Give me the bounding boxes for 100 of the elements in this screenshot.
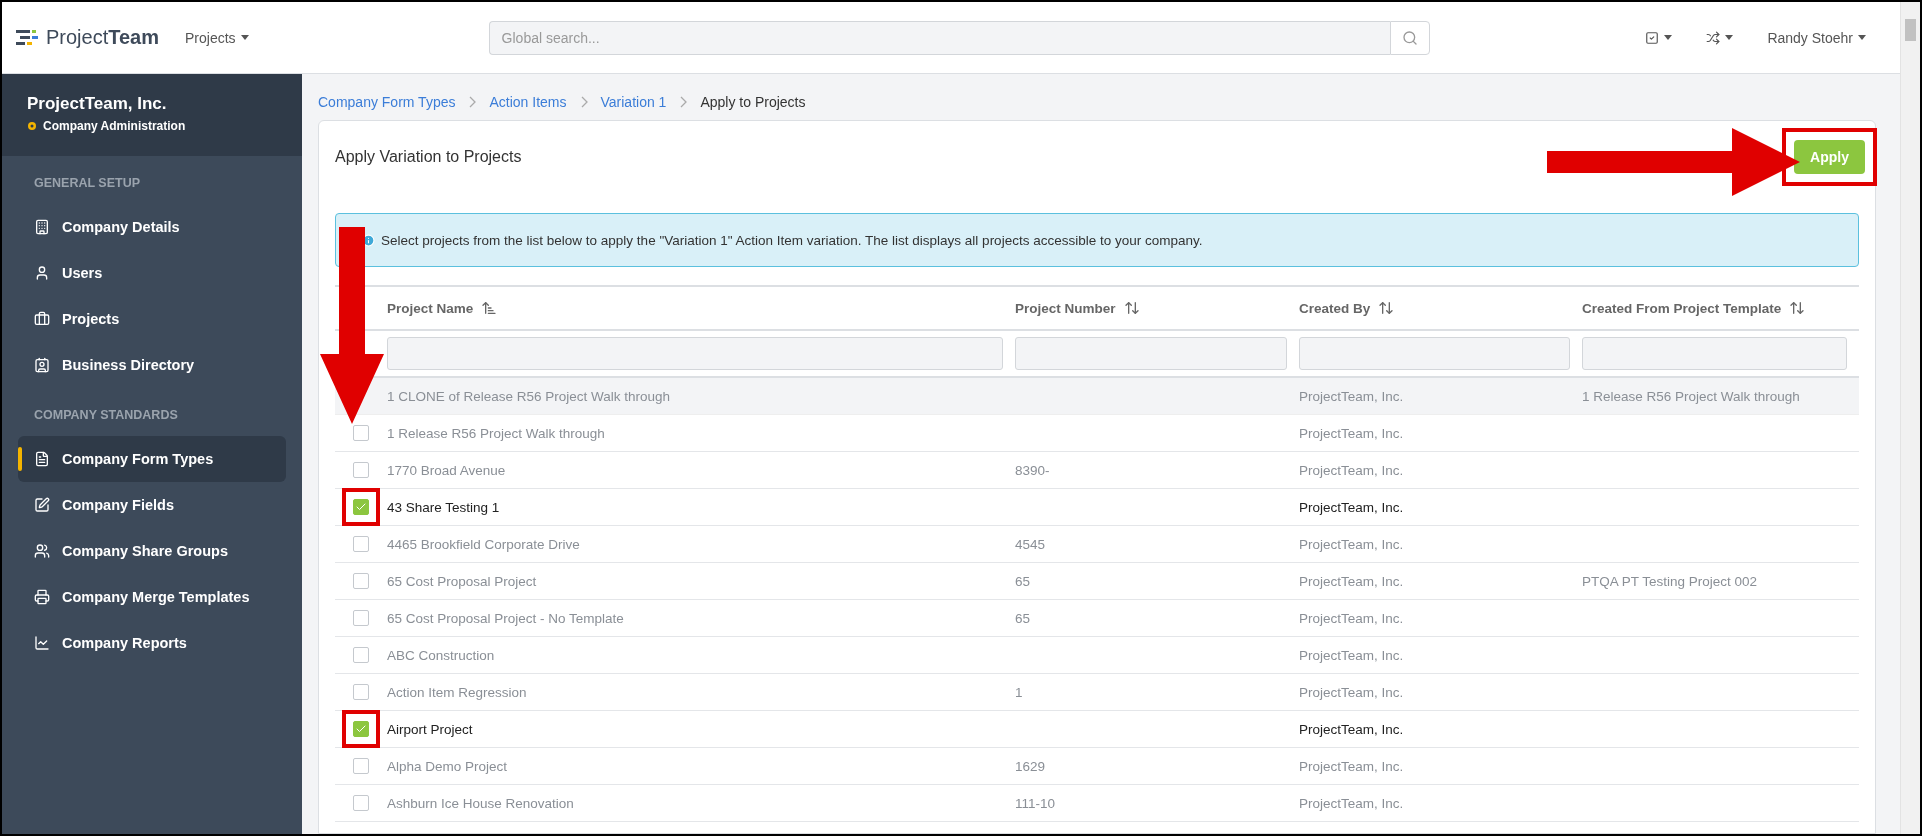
- table-cell-text: ProjectTeam, Inc.: [1299, 573, 1405, 589]
- table-cell-text: 43 Share Testing 1: [387, 499, 501, 515]
- table-cell-text: Alpha Demo Project: [387, 758, 509, 774]
- panel-title: Apply Variation to Projects: [335, 148, 522, 166]
- caret-icon: [1664, 35, 1673, 40]
- table-cell-text: 1 CLONE of Release R56 Project Walk through: [387, 388, 672, 404]
- table-cell-text: 1629: [1015, 758, 1047, 774]
- table-cell-text: ProjectTeam, Inc.: [1299, 684, 1405, 700]
- sidebar-item[interactable]: Users: [18, 250, 286, 296]
- row-checkbox[interactable]: [353, 610, 369, 626]
- caret-icon: [240, 35, 249, 40]
- table-cell-text: ProjectTeam, Inc.: [1299, 462, 1405, 478]
- logo-text: ProjectTeam: [46, 26, 159, 49]
- chevron-icon: [678, 96, 689, 108]
- column-header[interactable]: Project Number: [1015, 300, 1116, 316]
- sidebar-item[interactable]: Projects: [18, 296, 286, 342]
- table-cell-text: Ashburn Ice House Renovation: [387, 795, 575, 811]
- column-header[interactable]: Created By: [1299, 300, 1371, 316]
- table-cell-text: ProjectTeam, Inc.: [1299, 647, 1405, 663]
- table-cell-text: 1 Release R56 Project Walk through: [1582, 388, 1801, 404]
- printer-icon: [34, 589, 50, 605]
- sort-icon[interactable]: [1789, 300, 1806, 316]
- sort-ascending-icon[interactable]: [481, 300, 498, 316]
- table-cell-text: PTQA PT Testing Project 002: [1582, 573, 1759, 589]
- user-menu[interactable]: Randy Stoehr: [1761, 25, 1872, 50]
- breadcrumb-link[interactable]: Variation 1: [600, 94, 667, 110]
- row-checkbox[interactable]: [353, 758, 369, 774]
- table-cell-text: 65 Cost Proposal Project: [387, 573, 538, 589]
- users-icon: [34, 543, 50, 559]
- table-cell-text: ABC Construction: [387, 647, 496, 663]
- caret-icon: [1725, 35, 1734, 40]
- active-indicator: [18, 447, 22, 471]
- row-checkbox[interactable]: [353, 536, 369, 552]
- shuffle-icon: [1706, 30, 1721, 45]
- filter-field[interactable]: [1299, 337, 1570, 370]
- table-cell-text: 4545: [1015, 536, 1047, 552]
- projects-menu[interactable]: Projects: [179, 25, 255, 50]
- table-cell-text: ProjectTeam, Inc.: [1299, 610, 1405, 626]
- breadcrumb-link[interactable]: Company Form Types: [318, 94, 456, 110]
- table-cell-text: ProjectTeam, Inc.: [1299, 388, 1405, 404]
- sort-icon[interactable]: [1378, 300, 1395, 316]
- table-cell-text: 1: [1015, 684, 1024, 700]
- row-checkbox[interactable]: [353, 721, 369, 737]
- table-cell-text: Action Item Regression: [387, 684, 528, 700]
- table-cell-text: 8390-: [1015, 462, 1051, 478]
- chevron-icon: [467, 96, 478, 108]
- sidebar-item[interactable]: Company Form Types: [18, 436, 286, 482]
- checkmark-icon: [355, 501, 367, 513]
- breadcrumb-link[interactable]: Action Items: [489, 94, 567, 110]
- info-text: Select projects from the list below to apply the "Variation 1" Action Item variation. The list displays all projects accessible to your company.: [381, 232, 1203, 248]
- search-icon: [1401, 29, 1418, 46]
- row-checkbox[interactable]: [353, 795, 369, 811]
- briefcase-icon: [34, 311, 50, 327]
- building-icon: [34, 219, 50, 235]
- sidebar-item[interactable]: Company Reports: [18, 620, 286, 666]
- edit-icon: [34, 497, 50, 513]
- table-cell-text: ProjectTeam, Inc.: [1299, 425, 1405, 441]
- table-cell-text: ProjectTeam, Inc.: [1299, 758, 1405, 774]
- company-name: ProjectTeam, Inc.: [27, 94, 168, 114]
- filter-field[interactable]: [387, 337, 1003, 370]
- sidebar-item[interactable]: Company Merge Templates: [18, 574, 286, 620]
- column-header[interactable]: Created From Project Template: [1582, 300, 1782, 316]
- sidebar-item[interactable]: Company Share Groups: [18, 528, 286, 574]
- sidebar-item[interactable]: Business Directory: [18, 342, 286, 388]
- table-cell-text: ProjectTeam, Inc.: [1299, 536, 1405, 552]
- table-cell-text: ProjectTeam, Inc.: [1299, 795, 1405, 811]
- table-cell-text: 65 Cost Proposal Project - No Template: [387, 610, 625, 626]
- section-heading: COMPANY STANDARDS: [33, 407, 179, 424]
- contact-card-icon: [34, 357, 50, 373]
- filter-field[interactable]: [1582, 337, 1847, 370]
- table-cell-text: 4465 Brookfield Corporate Drive: [387, 536, 581, 552]
- table-cell-text: 1770 Broad Avenue: [387, 462, 507, 478]
- user-icon: [34, 265, 50, 281]
- table-cell-text: 65: [1015, 610, 1032, 626]
- sort-icon[interactable]: [1123, 300, 1140, 316]
- table-cell-text: ProjectTeam, Inc.: [1299, 721, 1405, 737]
- column-header[interactable]: Project Name: [387, 300, 474, 316]
- table-cell-text: 1 Release R56 Project Walk through: [387, 425, 606, 441]
- caret-icon: [1858, 35, 1866, 40]
- section-heading: GENERAL SETUP: [33, 175, 142, 192]
- row-checkbox[interactable]: [353, 647, 369, 663]
- table-cell-text: ProjectTeam, Inc.: [1299, 499, 1405, 515]
- table-cell-text: 111-10: [1015, 795, 1057, 811]
- checkbox-icon: [1645, 30, 1660, 45]
- row-checkbox[interactable]: [353, 499, 369, 515]
- scrollbar[interactable]: [1900, 2, 1920, 834]
- row-checkbox[interactable]: [353, 573, 369, 589]
- table-cell-text: 65: [1015, 573, 1032, 589]
- search-field[interactable]: Global search...: [488, 20, 1390, 55]
- sidebar-item[interactable]: Company Details: [18, 204, 286, 250]
- sidebar-item[interactable]: Company Fields: [18, 482, 286, 528]
- row-checkbox[interactable]: [353, 462, 369, 478]
- search-button[interactable]: [1389, 20, 1430, 55]
- table-cell-text: Airport Project: [387, 721, 474, 737]
- gear-icon: [27, 121, 37, 131]
- line-chart-icon: [34, 635, 50, 651]
- row-checkbox[interactable]: [353, 425, 369, 441]
- row-checkbox[interactable]: [353, 684, 369, 700]
- filter-field[interactable]: [1015, 337, 1287, 370]
- breadcrumb-current[interactable]: Apply to Projects: [700, 94, 806, 110]
